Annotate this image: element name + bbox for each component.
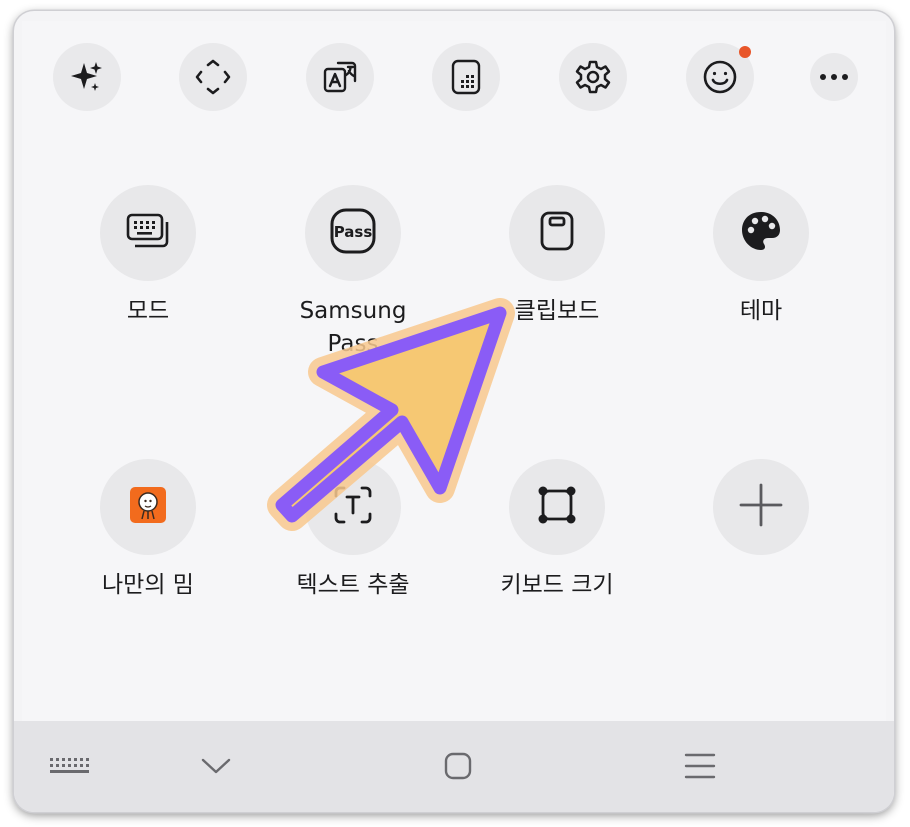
toolbar-panel: 모드 Pass Samsung Pass 클립보드 테마 나만의 밈 텍스트 추…: [22, 21, 886, 721]
keypad-icon: [449, 58, 483, 96]
mode-tile-label: 모드: [126, 298, 170, 324]
keyboard-size-tile-button[interactable]: [509, 459, 605, 555]
theme-tile-button[interactable]: [713, 185, 809, 281]
notification-badge: [739, 46, 751, 58]
keyboard-size-tile[interactable]: 키보드 크기: [477, 459, 637, 602]
theme-tile-label: 테마: [739, 298, 783, 324]
theme-tile[interactable]: 테마: [681, 185, 841, 328]
text-extract-icon: [332, 484, 374, 530]
translate-button[interactable]: [306, 43, 374, 111]
meme-icon: [129, 486, 167, 528]
clipboard-icon: [537, 209, 577, 257]
settings-button[interactable]: [559, 43, 627, 111]
smiley-icon: [701, 58, 739, 96]
samsung-pass-tile-label: Samsung Pass: [299, 298, 407, 357]
plus-icon: [738, 482, 784, 532]
mode-tile-button[interactable]: [100, 185, 196, 281]
my-meme-tile-button[interactable]: [100, 459, 196, 555]
more-options-button[interactable]: [810, 53, 858, 101]
mode-tile[interactable]: 모드: [68, 185, 228, 328]
keyboard-size-tile-label: 키보드 크기: [500, 572, 614, 598]
text-extract-tile-button[interactable]: [305, 459, 401, 555]
home-square-icon: [443, 751, 473, 785]
hide-keyboard-button[interactable]: [191, 743, 241, 793]
more-dots-icon: [818, 73, 850, 81]
my-meme-tile-label: 나만의 밈: [102, 572, 194, 598]
keyboard-mode-icon: [125, 211, 171, 255]
home-button[interactable]: [433, 743, 483, 793]
add-tile[interactable]: [681, 459, 841, 555]
clipboard-tile[interactable]: 클립보드: [477, 185, 637, 328]
menu-lines-icon: [684, 752, 716, 784]
gear-icon: [574, 58, 612, 96]
move-arrows-icon: [194, 58, 232, 96]
pass-icon: Pass: [329, 207, 377, 259]
galaxy-ai-button[interactable]: [53, 43, 121, 111]
resize-frame-icon: [535, 483, 579, 531]
samsung-pass-tile[interactable]: Pass Samsung Pass: [273, 185, 433, 361]
keyboard-toolbar-expanded-panel: 모드 Pass Samsung Pass 클립보드 테마 나만의 밈 텍스트 추…: [14, 11, 894, 812]
translate-icon: [321, 58, 359, 96]
my-meme-tile[interactable]: 나만의 밈: [68, 459, 228, 602]
add-tile-button[interactable]: [713, 459, 809, 555]
text-extract-tile-label: 텍스트 추출: [296, 572, 410, 598]
keyboard-switch-button[interactable]: [44, 743, 94, 793]
samsung-pass-tile-button[interactable]: Pass: [305, 185, 401, 281]
chevron-down-icon: [200, 756, 232, 780]
keyboard-dots-icon: [49, 756, 89, 780]
clipboard-tile-label: 클립보드: [514, 298, 600, 324]
sparkle-icon: [69, 59, 105, 95]
cursor-move-button[interactable]: [179, 43, 247, 111]
text-extract-tile[interactable]: 텍스트 추출: [273, 459, 433, 602]
one-handed-keyboard-button[interactable]: [432, 43, 500, 111]
clipboard-tile-button[interactable]: [509, 185, 605, 281]
pass-icon-text: Pass: [334, 223, 373, 241]
navigation-bar: [14, 721, 894, 812]
recents-button[interactable]: [675, 743, 725, 793]
palette-icon: [739, 209, 783, 257]
